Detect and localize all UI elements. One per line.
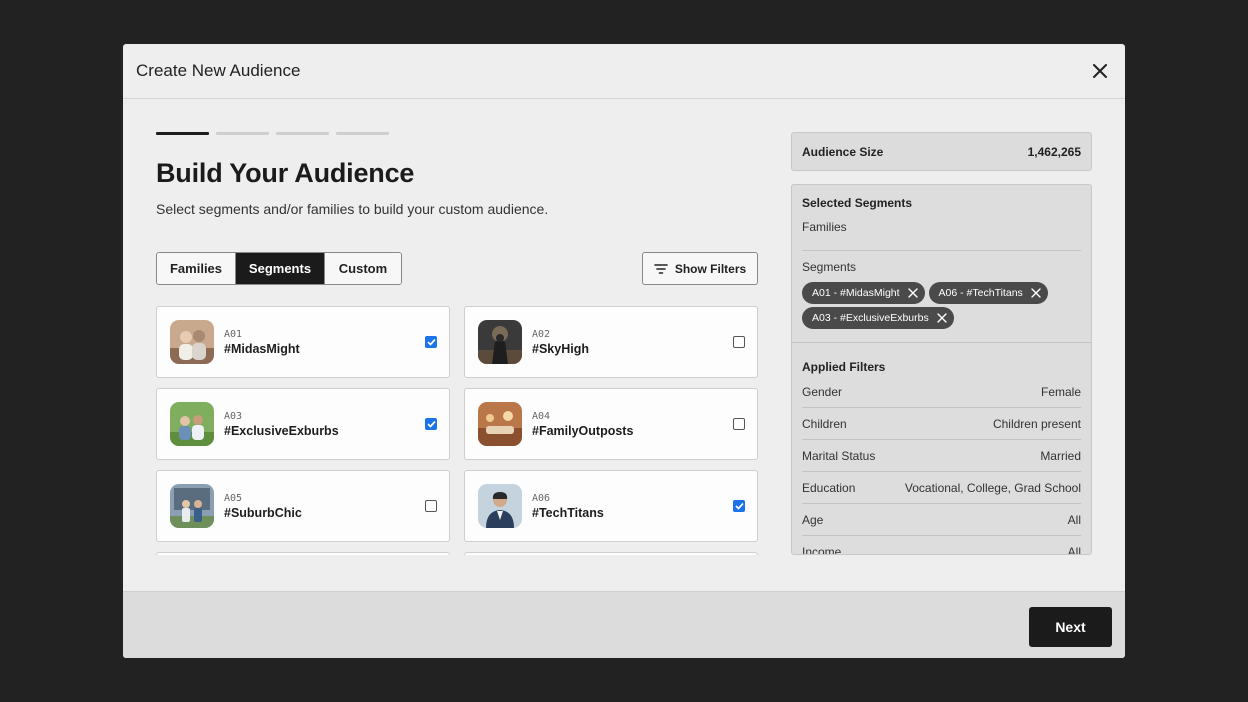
view-tabs: Families Segments Custom [156,252,402,285]
modal-title: Create New Audience [136,61,301,80]
segment-code: A06 [532,492,551,504]
segment-code: A02 [532,328,551,340]
filter-label: Marital Status [802,448,876,463]
segment-card-a04[interactable]: A04 #FamilyOutposts [464,388,758,460]
segment-code: A04 [532,410,551,422]
segment-checkbox[interactable] [425,336,437,348]
segment-thumbnail [478,484,522,528]
filter-value: Vocational, College, Grad School [904,480,1081,495]
filter-label: Income [802,544,842,555]
families-label: Families [802,220,847,234]
segment-grid-scroll[interactable]: A01 #MidasMight A02 #SkyHigh A03 #Exclus… [156,306,758,555]
filter-row-marital-status: Marital Status Married [802,440,1081,472]
segment-card-a02[interactable]: A02 #SkyHigh [464,306,758,378]
segment-thumbnail [478,320,522,364]
segment-card-a05[interactable]: A05 #SuburbChic [156,470,450,542]
step-indicator [216,132,269,135]
segment-name: #SuburbChic [224,505,302,520]
audience-size-box: Audience Size 1,462,265 [791,132,1092,171]
segment-grid: A01 #MidasMight A02 #SkyHigh A03 #Exclus… [156,306,758,555]
toolbar: Families Segments Custom Show Filters [156,252,758,285]
create-audience-modal: Create New Audience Build Your Audience … [123,44,1125,658]
selected-segments-title: Selected Segments [802,196,913,210]
filter-row-gender: Gender Female [802,376,1081,408]
filter-row-age: Age All [802,504,1081,536]
filter-label: Gender [802,384,843,399]
segment-name: #TechTitans [532,505,604,520]
segment-checkbox[interactable] [425,418,437,430]
tab-custom[interactable]: Custom [325,253,401,284]
segment-chip: A01 - #MidasMight [802,282,925,304]
segment-checkbox[interactable] [733,418,745,430]
filter-value: Married [1040,448,1081,463]
segment-code: A03 [224,410,243,422]
segment-card-a03[interactable]: A03 #ExclusiveExburbs [156,388,450,460]
segment-card-a01[interactable]: A01 #MidasMight [156,306,450,378]
applied-filters-title: Applied Filters [802,360,886,374]
segment-thumbnail [478,402,522,446]
segment-thumbnail [170,320,214,364]
applied-filters-section: Applied Filters Gender Female Children C… [792,343,1091,555]
filter-value: All [1067,512,1081,527]
selected-families-section: Selected Segments Families [802,185,1081,251]
filter-label: Children [802,416,847,431]
filter-label: Education [802,480,856,495]
close-icon[interactable] [1089,60,1111,82]
selection-summary-panel[interactable]: Selected Segments Families Segments A01 … [791,184,1092,555]
tab-segments[interactable]: Segments [236,253,325,284]
segment-card-partial[interactable] [156,552,450,555]
remove-chip-icon[interactable] [936,312,948,324]
segment-name: #FamilyOutposts [532,423,634,438]
segment-checkbox[interactable] [733,500,745,512]
segment-code: A05 [224,492,243,504]
page-title: Build Your Audience [156,158,415,188]
modal-header: Create New Audience [123,44,1125,99]
builder-main: Build Your Audience Select segments and/… [156,132,758,285]
page-subtitle: Select segments and/or families to build… [156,201,549,217]
step-indicator [156,132,209,135]
remove-chip-icon[interactable] [907,287,919,299]
segment-card-partial[interactable] [464,552,758,555]
segment-name: #ExclusiveExburbs [224,423,339,438]
segment-name: #SkyHigh [532,341,589,356]
chip-label: A03 - #ExclusiveExburbs [812,312,929,324]
step-progress [156,132,758,135]
modal-footer: Next [123,591,1125,658]
filter-value: Children present [992,416,1081,431]
filter-row-children: Children Children present [802,408,1081,440]
filter-label: Age [802,512,824,527]
audience-size-label: Audience Size [802,144,884,159]
segment-name: #MidasMight [224,341,300,356]
selected-segments-section: Segments A01 - #MidasMight A06 - #TechTi… [792,251,1091,343]
audience-size-value: 1,462,265 [1027,144,1081,159]
segment-chip: A06 - #TechTitans [928,282,1048,304]
filter-row-income: Income All [802,536,1081,555]
tab-families[interactable]: Families [157,253,236,284]
filter-icon [654,263,668,274]
segment-chips: A01 - #MidasMight A06 - #TechTitans A03 … [802,282,1087,329]
segment-thumbnail [170,484,214,528]
show-filters-button[interactable]: Show Filters [642,252,758,285]
segment-code: A01 [224,328,243,340]
segments-label: Segments [802,260,857,274]
show-filters-label: Show Filters [674,261,747,276]
filter-value: All [1067,544,1081,555]
next-button[interactable]: Next [1029,607,1112,647]
chip-label: A06 - #TechTitans [938,287,1023,299]
segment-chip: A03 - #ExclusiveExburbs [802,307,954,329]
step-indicator [276,132,329,135]
filter-value: Female [1040,384,1081,399]
step-indicator [336,132,389,135]
filter-row-education: Education Vocational, College, Grad Scho… [802,472,1081,504]
remove-chip-icon[interactable] [1030,287,1042,299]
chip-label: A01 - #MidasMight [812,287,900,299]
segment-thumbnail [170,402,214,446]
segment-card-a06[interactable]: A06 #TechTitans [464,470,758,542]
segment-checkbox[interactable] [733,336,745,348]
segment-checkbox[interactable] [425,500,437,512]
